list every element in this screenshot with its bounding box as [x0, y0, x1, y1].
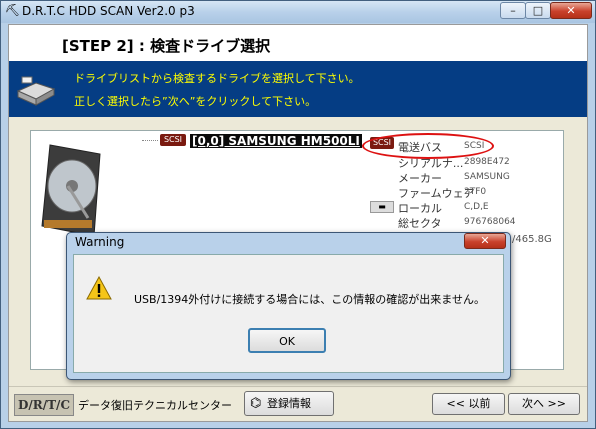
dialog-title: Warning	[75, 235, 125, 249]
info-value: C,D,E	[464, 202, 489, 212]
back-button[interactable]: << 以前	[432, 393, 505, 415]
drtc-logo: D/R/T/C	[14, 394, 74, 416]
dialog-close-button[interactable]: ✕	[464, 233, 506, 249]
next-button[interactable]: 次へ >>	[508, 393, 580, 415]
warning-icon	[86, 276, 112, 300]
window-title: D.R.T.C HDD SCAN Ver2.0 p3	[22, 4, 195, 18]
info-key: 総セクタ	[398, 217, 442, 230]
info-value: 2898E472	[464, 157, 510, 167]
info-key: メーカー	[398, 172, 442, 185]
dialog-message: USB/1394外付けに接続する場合には、この情報の確認が出来ません。	[134, 293, 485, 306]
info-key: シリアルナ...	[398, 157, 464, 170]
app-icon: ⛏	[5, 3, 21, 17]
info-key: ローカル	[398, 202, 442, 215]
company-name: データ復旧テクニカルセンター	[78, 399, 232, 412]
banner-line-2: 正しく選択したら”次へ”をクリックして下さい。	[74, 95, 317, 108]
drive-small-icon: ⌬	[250, 396, 262, 411]
capacity-value: /465.8G	[512, 234, 552, 245]
drive-icon	[16, 76, 56, 106]
info-value: 976768064	[464, 217, 516, 227]
info-key: 電送バス	[398, 141, 442, 154]
drive-list-item[interactable]: [0,0] SAMSUNG HM500LI	[190, 134, 362, 148]
scsi-badge: SCSI	[160, 134, 186, 146]
info-value: SCSI	[464, 141, 485, 151]
info-value: SAMSUNG	[464, 172, 510, 182]
tree-connector	[142, 140, 158, 141]
minimize-button[interactable]: –	[500, 2, 526, 19]
register-info-label: 登録情報	[267, 397, 311, 410]
maximize-button[interactable]: □	[525, 2, 551, 19]
register-info-button[interactable]: ⌬ 登録情報	[244, 391, 334, 416]
step-title: [STEP 2] : 検査ドライブ選択	[62, 37, 271, 55]
dialog-body	[73, 254, 504, 373]
close-button[interactable]: ✕	[550, 2, 592, 19]
ok-button[interactable]: OK	[248, 328, 326, 353]
banner-line-1: ドライブリストから検査するドライブを選択して下さい。	[74, 72, 360, 85]
info-value: 2TF0	[464, 187, 487, 197]
local-drive-icon: ▬	[370, 201, 394, 213]
hard-disk-image	[41, 144, 101, 237]
